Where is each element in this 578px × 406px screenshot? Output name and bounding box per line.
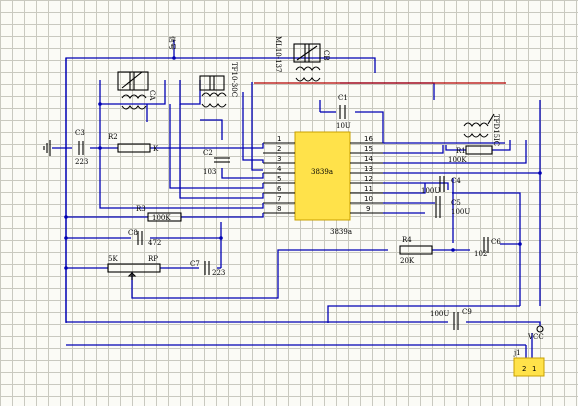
c2-value: 103 [203, 168, 216, 176]
c7-value: 223 [212, 269, 225, 277]
pin-14: 14 [364, 155, 373, 163]
capacitor-c1 [339, 105, 346, 119]
connector-j1 [513, 357, 545, 377]
transformer-tfd15ic [463, 113, 495, 138]
r2-value: K [153, 145, 159, 153]
pin-2: 2 [277, 145, 281, 153]
potentiometer-rp [107, 263, 161, 273]
capacitor-c2 [214, 157, 230, 163]
resistor-r4 [399, 245, 433, 255]
c8-label: C8 [128, 229, 138, 237]
resistor-r2 [117, 143, 151, 153]
tfd15ic-label: TFD15IC [492, 114, 500, 146]
c8-value: 472 [148, 239, 161, 247]
pin-6: 6 [277, 185, 282, 193]
c7-label: C7 [190, 260, 200, 268]
c5-value: 100U [451, 208, 470, 216]
ml10-137-label: ML10-137 [274, 36, 282, 72]
signal-label: 信号 [168, 36, 177, 50]
r4-label: R4 [402, 236, 412, 244]
capacitor-c7 [204, 261, 210, 275]
r2-label: R2 [108, 133, 118, 141]
ic-3839a [294, 131, 351, 221]
c1-label: C1 [338, 94, 348, 102]
vcc-label: VCC [527, 333, 544, 341]
j1-pin1: 1 [532, 365, 536, 373]
rp-wiper [127, 271, 137, 280]
pin-7: 7 [277, 195, 281, 203]
variable-capacitor-cb [293, 43, 321, 63]
tf10-30c-label: TF10-30C [230, 62, 238, 97]
pin-3: 3 [277, 155, 281, 163]
c4-label: C4 [451, 177, 461, 185]
pin-11: 11 [364, 185, 373, 193]
cb-label: CB [322, 50, 330, 61]
pin-16: 16 [364, 135, 373, 143]
r4-value: 20K [400, 257, 415, 265]
pin-5: 5 [277, 175, 281, 183]
capacitor-c8 [137, 231, 143, 245]
circuit-schematic: 3839a 3839a 1 2 3 4 5 6 7 8 16 15 14 13 … [43, 36, 545, 377]
c4-value: 100U [421, 187, 440, 195]
c5-label: C5 [451, 199, 461, 207]
pin-9: 9 [366, 205, 370, 213]
c3-value: 223 [75, 158, 88, 166]
pin-13: 13 [364, 165, 373, 173]
pin-15: 15 [364, 145, 373, 153]
c3-label: C3 [75, 129, 85, 137]
ic-footer: 3839a [330, 228, 352, 236]
c6-value: 102 [474, 250, 487, 258]
c6-label: C6 [491, 238, 501, 246]
r1-value: 100K [448, 156, 467, 164]
capacitor-c9 [453, 312, 459, 330]
pin-10: 10 [364, 195, 373, 203]
pin-4: 4 [277, 165, 282, 173]
rp-label: RP [148, 255, 158, 263]
capacitor-c5 [435, 196, 441, 218]
c2-label: C2 [203, 149, 213, 157]
rp-value: 5K [108, 255, 118, 263]
vcc-terminal [536, 325, 544, 333]
ca-label: CA [148, 90, 156, 101]
schematic-canvas: 3839a 3839a 1 2 3 4 5 6 7 8 16 15 14 13 … [0, 0, 578, 406]
pin-12: 12 [364, 175, 373, 183]
transformer-ml10-137 [295, 66, 321, 82]
variable-capacitor-ca [117, 71, 149, 91]
pin-1: 1 [277, 135, 281, 143]
r3-label: R3 [136, 205, 146, 213]
c1-value: 10U [336, 122, 351, 130]
r1-label: R1 [456, 147, 466, 155]
j1-pin2: 2 [522, 365, 526, 373]
capacitor-c4 [439, 176, 445, 192]
c9-value: 100U [430, 310, 449, 318]
coil-ca [121, 94, 147, 110]
j1-label: j1 [513, 349, 521, 357]
resistor-r1 [465, 145, 493, 155]
ic-name: 3839a [311, 168, 333, 176]
c9-label: C9 [462, 308, 472, 316]
capacitor-c3 [78, 141, 84, 155]
pin-8: 8 [277, 205, 281, 213]
transformer-tf10-30c [199, 75, 227, 108]
ground-icon [43, 140, 51, 156]
r3-value: 100K [152, 214, 171, 222]
